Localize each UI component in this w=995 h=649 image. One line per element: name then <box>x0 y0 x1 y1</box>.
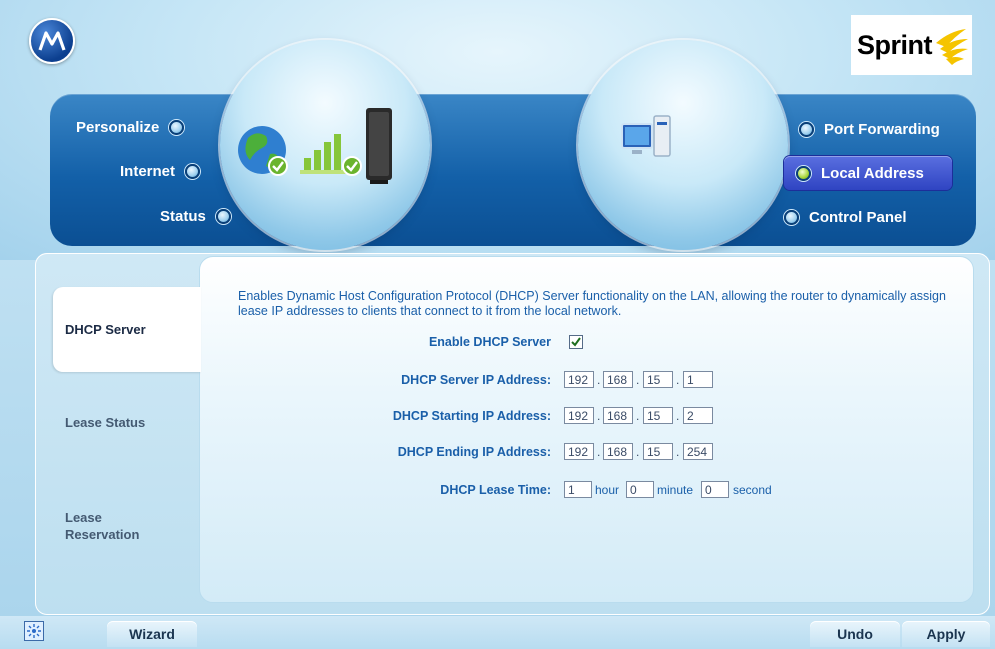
ip-separator: . <box>597 445 601 459</box>
enable-dhcp-checkbox[interactable] <box>569 335 583 349</box>
nav-status[interactable]: Status <box>160 208 231 225</box>
lease-hours-input[interactable] <box>564 481 592 498</box>
nav-control-panel-dot-icon <box>784 210 799 225</box>
nav-local-address[interactable]: Local Address <box>784 156 952 190</box>
nav-status-dot-icon <box>215 209 231 224</box>
lease-seconds-unit: second <box>733 483 772 497</box>
start-ip-octet-3[interactable] <box>643 407 673 424</box>
undo-button-label: Undo <box>837 626 873 642</box>
ip-separator: . <box>636 445 640 459</box>
connection-status-icon <box>238 108 392 184</box>
server-ip-octet-4[interactable] <box>683 371 713 388</box>
ip-separator: . <box>597 373 601 387</box>
server-ip-octet-1[interactable] <box>564 371 594 388</box>
connection-status-globe <box>220 40 430 250</box>
local-network-globe <box>578 40 788 250</box>
sparkle-icon <box>27 624 41 638</box>
nav-internet-dot-icon <box>185 164 201 179</box>
sprint-logo-text: Sprint <box>857 29 933 60</box>
nav-control-panel-label: Control Panel <box>809 209 907 226</box>
nav-local-address-dot-icon <box>796 165 811 181</box>
server-ip-label: DHCP Server IP Address: <box>401 373 551 387</box>
start-ip-octet-4[interactable] <box>683 407 713 424</box>
nav-personalize[interactable]: Personalize <box>76 119 185 136</box>
lease-seconds-input[interactable] <box>701 481 729 498</box>
server-ip-octet-3[interactable] <box>643 371 673 388</box>
ip-separator: . <box>636 373 640 387</box>
start-ip-octet-2[interactable] <box>603 407 633 424</box>
sprint-logo: Sprint <box>851 15 972 75</box>
nav-personalize-dot-icon <box>169 120 185 135</box>
start-ip-octet-1[interactable] <box>564 407 594 424</box>
motorola-logo <box>29 18 75 64</box>
ip-separator: . <box>597 409 601 423</box>
end-ip-label: DHCP Ending IP Address: <box>397 445 551 459</box>
tab-lease-reservation[interactable]: Lease Reservation <box>53 509 153 543</box>
wizard-button-label: Wizard <box>129 626 175 642</box>
ip-separator: . <box>676 373 680 387</box>
computer-icon <box>621 115 671 157</box>
nav-port-forwarding-label: Port Forwarding <box>824 121 940 138</box>
lease-time-label: DHCP Lease Time: <box>440 483 551 497</box>
undo-button[interactable]: Undo <box>810 621 900 647</box>
ip-separator: . <box>676 409 680 423</box>
ip-separator: . <box>636 409 640 423</box>
nav-personalize-label: Personalize <box>76 119 160 136</box>
lease-hours-unit: hour <box>595 483 620 497</box>
tab-dhcp-server-label: DHCP Server <box>65 322 146 337</box>
nav-status-label: Status <box>160 208 206 225</box>
end-ip-octet-4[interactable] <box>683 443 713 460</box>
checkmark-icon <box>571 337 581 347</box>
apply-button-label: Apply <box>926 626 966 642</box>
server-ip-octet-2[interactable] <box>603 371 633 388</box>
start-ip-label: DHCP Starting IP Address: <box>392 409 551 423</box>
nav-local-address-label: Local Address <box>821 164 924 182</box>
end-ip-octet-2[interactable] <box>603 443 633 460</box>
tab-lease-status-label: Lease Status <box>65 415 146 430</box>
nav-control-panel[interactable]: Control Panel <box>784 209 907 226</box>
ip-separator: . <box>676 445 680 459</box>
lease-minutes-input[interactable] <box>626 481 654 498</box>
tab-lease-status[interactable]: Lease Status <box>53 415 201 430</box>
nav-port-forwarding-dot-icon <box>799 122 814 137</box>
nav-internet[interactable]: Internet <box>120 163 201 180</box>
sprint-wing-icon <box>936 29 968 65</box>
tab-lease-reservation-label: Lease Reservation <box>65 510 140 542</box>
end-ip-octet-3[interactable] <box>643 443 673 460</box>
nav-internet-label: Internet <box>120 163 176 180</box>
nav-port-forwarding[interactable]: Port Forwarding <box>799 121 940 138</box>
enable-dhcp-label: Enable DHCP Server <box>428 335 551 349</box>
lease-minutes-unit: minute <box>657 483 694 497</box>
tab-dhcp-server[interactable]: DHCP Server <box>53 287 201 372</box>
wizard-button[interactable]: Wizard <box>107 621 197 647</box>
wizard-icon[interactable] <box>24 621 44 641</box>
end-ip-octet-1[interactable] <box>564 443 594 460</box>
dhcp-description: Enables Dynamic Host Configuration Proto… <box>238 289 946 318</box>
apply-button[interactable]: Apply <box>902 621 990 647</box>
